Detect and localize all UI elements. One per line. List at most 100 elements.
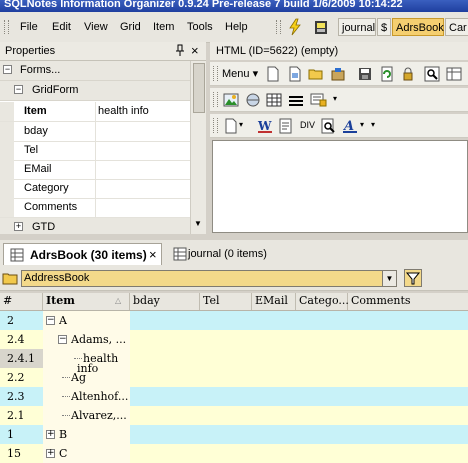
list-row[interactable]: 2.4 − Adams, ... [0,330,468,349]
path-combo[interactable]: AddressBook ▼ [21,270,397,287]
table-icon[interactable] [266,92,282,108]
prop-row-comments[interactable]: Comments [0,198,190,218]
section-label: GridForm [32,84,79,96]
col-tel[interactable]: Tel [200,293,252,310]
spell-icon[interactable] [278,118,294,134]
expand-icon[interactable]: + [46,430,55,439]
tab-journal-items[interactable]: journal (0 items) [171,243,281,265]
properties-scrollbar[interactable]: ▼ [190,61,206,234]
sort-up-icon: △ [115,296,122,305]
toolbar-chevron-icon[interactable]: ▾ [371,120,375,129]
form-icon[interactable] [310,92,327,108]
col-item[interactable]: Item △ [43,293,130,310]
prop-value[interactable] [95,122,190,141]
prop-value[interactable] [95,160,190,179]
item-label: C [59,447,68,460]
refresh-icon[interactable] [379,66,395,82]
collapse-icon[interactable]: − [3,65,12,74]
gauge-icon[interactable] [312,17,332,37]
close-tab-icon[interactable]: × [149,244,157,266]
collapse-icon[interactable]: − [46,316,55,325]
font-color-dropdown-icon[interactable]: ▾ [360,120,364,129]
new-doc-icon[interactable] [265,66,281,82]
close-properties-icon[interactable]: × [191,42,199,60]
tab-car[interactable]: Car [445,18,468,36]
save-icon[interactable] [357,66,373,82]
div-button[interactable]: DIV [300,120,315,130]
prop-value[interactable] [95,141,190,160]
prop-value[interactable] [95,198,190,217]
lock-icon[interactable] [400,66,416,82]
col-category[interactable]: Catego... [296,293,349,310]
row-item[interactable]: − Adams, ... [43,330,130,349]
package-icon[interactable] [330,66,346,82]
new-page-icon[interactable] [223,118,239,134]
collapse-icon[interactable]: − [58,335,67,344]
list-row[interactable]: 2.3 Altenhof... [0,387,468,406]
row-item[interactable]: health info [43,349,130,375]
menu-grid[interactable]: Grid [120,21,141,33]
collapse-icon[interactable]: − [14,85,23,94]
tab-journal[interactable]: journal [338,18,376,36]
image-icon[interactable] [223,92,239,108]
list-row[interactable]: 2.2 Ag [0,368,468,387]
new-doc-icon-2[interactable] [287,66,303,82]
section-gtd[interactable]: + GTD [0,218,190,234]
row-item[interactable]: Alvarez,... [43,406,130,425]
menu-view[interactable]: View [84,21,108,33]
prop-row-bday[interactable]: bday [0,122,190,142]
open-folder-icon[interactable] [308,66,324,82]
hr-icon[interactable] [288,92,304,108]
expand-icon[interactable]: + [14,222,23,231]
row-item[interactable]: Altenhof... [43,387,130,406]
grid-icon[interactable] [446,66,462,82]
section-label: GTD [32,221,56,233]
preview-icon[interactable] [320,118,336,134]
row-item[interactable]: + C [43,444,130,463]
new-page-dropdown-icon[interactable]: ▾ [239,120,243,129]
col-number[interactable]: # [0,293,43,310]
prop-value[interactable] [95,179,190,198]
col-email[interactable]: EMail [252,293,296,310]
col-bday[interactable]: bday [130,293,200,310]
word-icon[interactable]: W [257,118,273,134]
menu-tools[interactable]: Tools [187,21,213,33]
prop-name: EMail [24,163,52,175]
pin-icon[interactable] [175,42,185,58]
font-color-icon[interactable]: A [342,118,358,134]
menu-help[interactable]: Help [225,21,248,33]
list-row[interactable]: 2.1 Alvarez,... [0,406,468,425]
section-forms[interactable]: − Forms... [0,61,190,81]
section-gridform[interactable]: − GridForm [0,81,190,101]
chevron-down-icon[interactable]: ▼ [382,271,396,286]
row-item[interactable]: + B [43,425,130,444]
tab-dollar[interactable]: $ [377,18,391,36]
tab-adrsbook[interactable]: AdrsBook [392,18,444,36]
lightning-icon[interactable] [286,17,306,37]
menu-file[interactable]: File [20,21,38,33]
scroll-thumb[interactable] [193,63,205,113]
find-icon[interactable] [424,66,440,82]
toolbar-chevron-icon[interactable]: ▾ [333,94,337,103]
link-icon[interactable] [245,92,261,108]
menu-edit[interactable]: Edit [52,21,71,33]
list-row[interactable]: 1 + B [0,425,468,444]
list-row[interactable]: 15 + C [0,444,468,463]
html-editor[interactable] [212,140,468,233]
prop-row-category[interactable]: Category [0,179,190,199]
menu-dropdown[interactable]: Menu ▾ [222,67,258,80]
item-label: Altenhof... [71,390,129,403]
prop-row-email[interactable]: EMail [0,160,190,180]
list-row[interactable]: 2.4.1 health info [0,349,468,375]
column-value: health info [95,102,190,121]
row-item[interactable]: − A [43,311,130,330]
col-comments[interactable]: Comments [348,293,468,310]
tab-adrsbook-items[interactable]: AdrsBook (30 items) × [3,243,162,265]
scroll-down-icon[interactable]: ▼ [194,219,202,228]
filter-icon[interactable] [404,269,422,287]
expand-icon[interactable]: + [46,449,55,458]
prop-row-tel[interactable]: Tel [0,141,190,161]
list-row[interactable]: 2 − A [0,311,468,330]
grid-header-row: Item health info [0,102,190,122]
menu-item[interactable]: Item [153,21,174,33]
